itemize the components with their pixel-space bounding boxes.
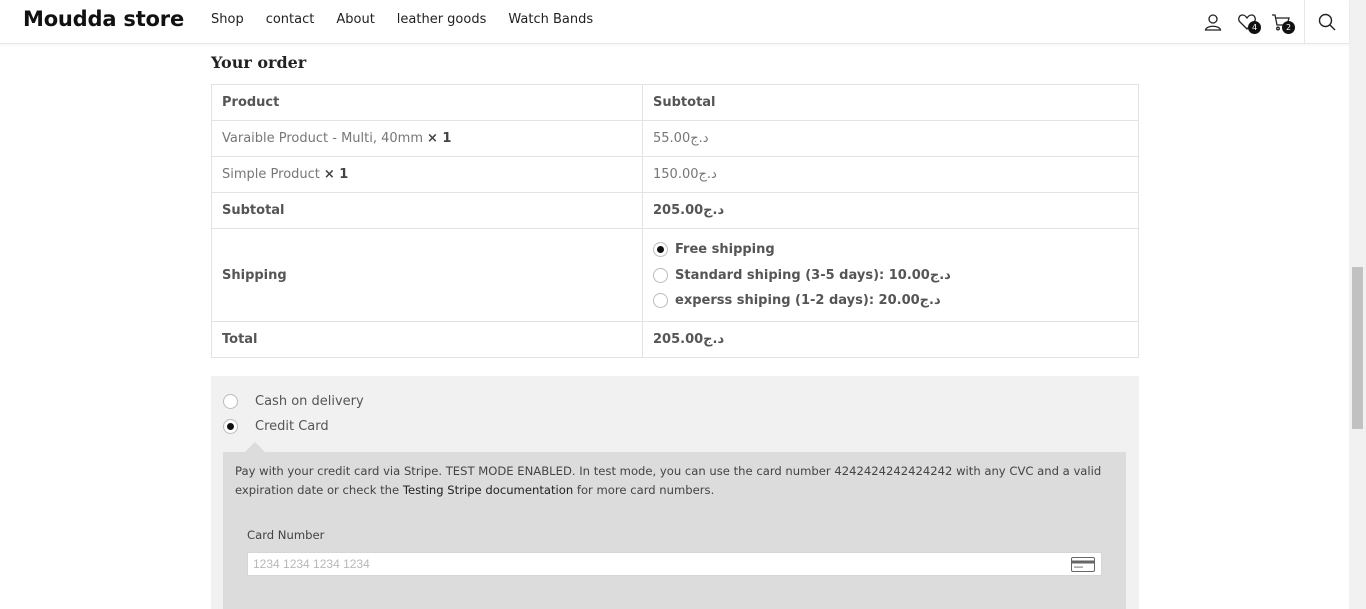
wishlist-count-badge: 4 <box>1248 21 1261 34</box>
product-qty: × 1 <box>427 131 452 146</box>
product-price: 55.00د.ج <box>642 120 1139 157</box>
cart-count-badge: 2 <box>1282 21 1295 34</box>
nav-item-contact[interactable]: contact <box>266 12 315 27</box>
shipping-label: Shipping <box>211 228 643 322</box>
product-name-cell: Varaible Product - Multi, 40mm × 1 <box>211 120 643 157</box>
shipping-option-label: Standard shiping (3-5 days): 10.00د.ج <box>675 267 951 283</box>
shipping-row: Shipping Free shipping Standard shiping … <box>211 228 1139 322</box>
order-table: Product Subtotal Varaible Product - Mult… <box>211 84 1139 358</box>
radio-standard-shipping[interactable] <box>653 267 668 283</box>
nav-item-leather-goods[interactable]: leather goods <box>397 12 487 27</box>
main-nav: Shop contact About leather goods Watch B… <box>211 12 615 27</box>
total-label: Total <box>211 321 643 358</box>
shipping-options: Free shipping Standard shiping (3-5 days… <box>642 228 1139 322</box>
product-column-header: Product <box>211 84 643 121</box>
nav-item-watch-bands[interactable]: Watch Bands <box>508 12 593 27</box>
product-qty: × 1 <box>323 167 349 182</box>
credit-card-payment-box: Pay with your credit card via Stripe. TE… <box>223 452 1126 609</box>
card-number-label: Card Number <box>247 528 325 542</box>
card-number-placeholder: 1234 1234 1234 1234 <box>253 557 370 571</box>
product-price: 150.00د.ج <box>642 156 1139 193</box>
user-icon[interactable] <box>1203 12 1223 32</box>
nav-item-shop[interactable]: Shop <box>211 12 244 27</box>
order-title: Your order <box>211 53 307 72</box>
table-header-row: Product Subtotal <box>211 84 1139 121</box>
payment-description-text-end: for more card numbers. <box>573 482 715 497</box>
shipping-option-label: experss shiping (1-2 days): 20.00د.ج <box>675 293 941 308</box>
site-logo[interactable]: Moudda store <box>23 7 184 31</box>
credit-card-icon <box>1071 557 1095 572</box>
radio-cash-on-delivery[interactable] <box>223 394 238 409</box>
shipping-option-standard[interactable]: Standard shiping (3-5 days): 10.00د.ج <box>653 262 1128 288</box>
shipping-option-label: Free shipping <box>675 242 775 257</box>
total-row: Total 205.00د.ج <box>211 321 1139 358</box>
total-value: 205.00د.ج <box>642 321 1139 358</box>
wishlist-button[interactable]: 4 <box>1237 12 1261 34</box>
subtotal-label: Subtotal <box>211 192 643 229</box>
product-name: Varaible Product - Multi, 40mm <box>222 131 423 146</box>
payment-option-credit-card[interactable]: Credit Card <box>223 419 329 434</box>
payment-option-label: Cash on delivery <box>255 394 364 409</box>
cart-button[interactable]: 2 <box>1271 12 1295 34</box>
subtotal-value: 205.00د.ج <box>642 192 1139 229</box>
radio-express-shipping[interactable] <box>653 293 668 308</box>
radio-free-shipping[interactable] <box>653 242 668 257</box>
page-scrollbar[interactable] <box>1349 0 1366 609</box>
product-name: Simple Product <box>222 167 320 182</box>
subtotal-column-header: Subtotal <box>642 84 1139 121</box>
subtotal-row: Subtotal 205.00د.ج <box>211 192 1139 229</box>
shipping-option-express[interactable]: experss shiping (1-2 days): 20.00د.ج <box>653 288 1128 314</box>
scrollbar-thumb[interactable] <box>1352 267 1363 429</box>
payment-methods: Cash on delivery Credit Card Pay with yo… <box>211 376 1139 609</box>
payment-description: Pay with your credit card via Stripe. TE… <box>235 462 1115 499</box>
payment-option-cod[interactable]: Cash on delivery <box>223 394 364 409</box>
shipping-option-free[interactable]: Free shipping <box>653 237 1128 263</box>
site-header: Moudda store Shop contact About leather … <box>0 0 1349 44</box>
card-number-input[interactable]: 1234 1234 1234 1234 <box>247 552 1102 576</box>
nav-item-about[interactable]: About <box>336 12 374 27</box>
payment-box-arrow <box>245 442 265 452</box>
search-icon[interactable] <box>1317 12 1337 32</box>
header-divider <box>1304 0 1305 44</box>
testing-stripe-documentation-link[interactable]: Testing Stripe documentation <box>403 483 573 497</box>
table-row: Simple Product × 1 150.00د.ج <box>211 156 1139 193</box>
payment-option-label: Credit Card <box>255 419 329 434</box>
table-row: Varaible Product - Multi, 40mm × 1 55.00د… <box>211 120 1139 157</box>
radio-credit-card[interactable] <box>223 419 238 434</box>
product-name-cell: Simple Product × 1 <box>211 156 643 193</box>
